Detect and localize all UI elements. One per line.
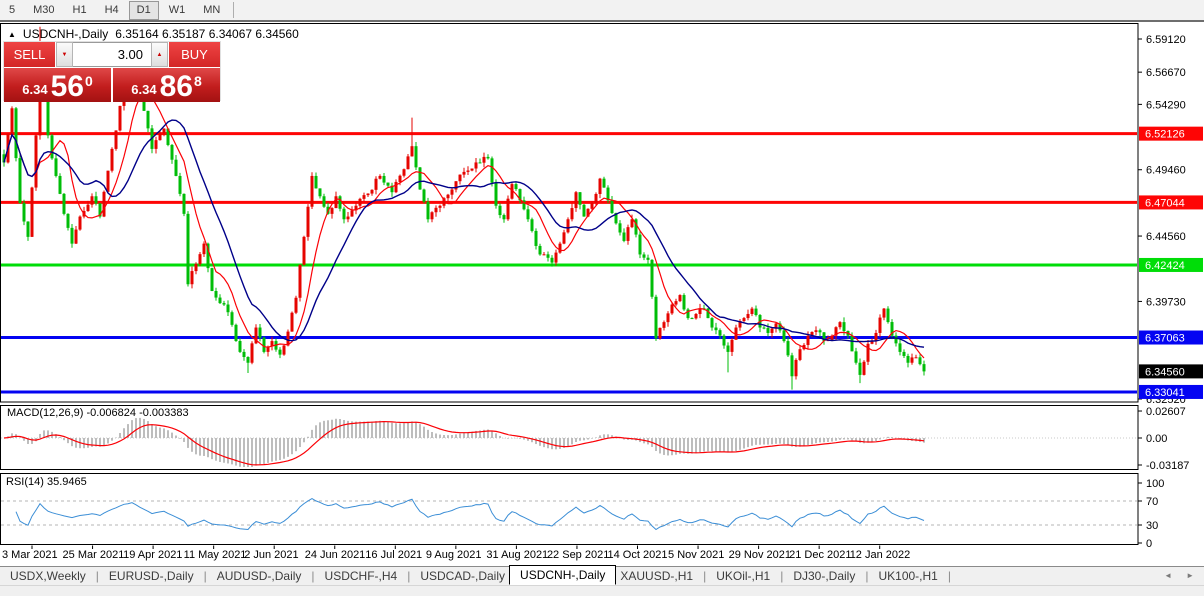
svg-text:0: 0 xyxy=(1146,538,1152,550)
buy-price-big: 86 xyxy=(159,70,193,103)
volume-decrease-button[interactable]: ▼ xyxy=(56,42,73,67)
tab-xauusd-h1[interactable]: XAUUSD-,H1 xyxy=(616,567,697,585)
sell-button[interactable]: SELL xyxy=(4,42,56,67)
tab-usdx-weekly[interactable]: USDX,Weekly xyxy=(6,567,90,585)
tab-audusd-daily[interactable]: AUDUSD-,Daily xyxy=(213,567,306,585)
buy-button[interactable]: BUY xyxy=(168,42,220,67)
svg-text:31 Aug 2021: 31 Aug 2021 xyxy=(486,549,548,561)
timeframe-button-MN[interactable]: MN xyxy=(195,1,228,20)
timeframe-button-W1[interactable]: W1 xyxy=(161,1,194,20)
tab-ukoil-h1[interactable]: UKOil-,H1 xyxy=(712,567,774,585)
toolbar-separator xyxy=(233,2,235,18)
svg-text:0.00: 0.00 xyxy=(1146,433,1167,445)
tab-usdcnh-daily[interactable]: USDCNH-,Daily xyxy=(509,565,617,585)
tab-separator: | xyxy=(780,569,784,583)
svg-text:25 Mar 2021: 25 Mar 2021 xyxy=(63,549,125,561)
buy-price-display[interactable]: 6.34 86 8 xyxy=(113,68,220,102)
chart-tab-bar: USDX,Weekly | EURUSD-,Daily | AUDUSD-,Daily |… xyxy=(0,565,1204,585)
tab-separator: | xyxy=(703,569,707,583)
sell-price-small: 6.34 xyxy=(22,82,48,97)
down-triangle-icon: ▼ xyxy=(61,51,68,58)
svg-text:6.49460: 6.49460 xyxy=(1146,165,1186,177)
svg-text:6.33041: 6.33041 xyxy=(1145,387,1185,399)
tab-usdchf-h4[interactable]: USDCHF-,H4 xyxy=(321,567,402,585)
svg-text:30: 30 xyxy=(1146,520,1158,532)
svg-text:6.42424: 6.42424 xyxy=(1145,260,1185,272)
svg-text:22 Sep 2021: 22 Sep 2021 xyxy=(547,549,609,561)
svg-text:5 Nov 2021: 5 Nov 2021 xyxy=(668,549,724,561)
sell-price-display[interactable]: 6.34 56 0 xyxy=(4,68,113,102)
svg-text:0.02607: 0.02607 xyxy=(1146,406,1186,418)
svg-text:9 Aug 2021: 9 Aug 2021 xyxy=(426,549,482,561)
status-bar xyxy=(0,585,1204,596)
tab-eurusd-daily[interactable]: EURUSD-,Daily xyxy=(105,567,198,585)
tab-separator: | xyxy=(947,569,951,583)
price-level-badge: 6.42424 xyxy=(1139,257,1203,272)
timeframe-button-D1[interactable]: D1 xyxy=(128,0,159,20)
one-click-trading-panel: SELL ▼ ▲ BUY 6.34 56 0 6.34 86 8 xyxy=(3,41,221,102)
svg-text:21 Dec 2021: 21 Dec 2021 xyxy=(789,549,851,561)
chart-ohlc-values: 6.35164 6.35187 6.34067 6.34560 xyxy=(115,27,299,41)
svg-text:6.59120: 6.59120 xyxy=(1146,34,1186,46)
svg-text:6.37063: 6.37063 xyxy=(1145,333,1185,345)
svg-text:6.54290: 6.54290 xyxy=(1146,99,1186,111)
up-triangle-icon: ▲ xyxy=(156,51,163,58)
svg-text:19 Apr 2021: 19 Apr 2021 xyxy=(123,549,182,561)
trade-controls-row: SELL ▼ ▲ BUY xyxy=(4,42,220,67)
timeframe-button-H4[interactable]: H4 xyxy=(97,1,127,20)
tab-separator: | xyxy=(203,569,207,583)
tab-dj30-daily[interactable]: DJ30-,Daily xyxy=(789,567,859,585)
timeframe-button-M30[interactable]: M30 xyxy=(25,1,62,20)
timeframe-button-5[interactable]: 5 xyxy=(1,1,23,20)
timeframe-toolbar: 5 M30 H1 H4 D1 W1 MN xyxy=(0,0,1204,22)
svg-text:29 Nov 2021: 29 Nov 2021 xyxy=(729,549,791,561)
sell-price-sup: 0 xyxy=(84,73,93,89)
svg-text:70: 70 xyxy=(1146,496,1158,508)
svg-text:6.34560: 6.34560 xyxy=(1145,366,1185,378)
tab-uk100-h1[interactable]: UK100-,H1 xyxy=(874,567,941,585)
svg-text:24 Jun 2021: 24 Jun 2021 xyxy=(305,549,366,561)
mt4-trading-platform: { "toolbar": { "timeframes": ["5", "M30"… xyxy=(0,0,1204,596)
buy-price-small: 6.34 xyxy=(131,82,157,97)
svg-text:3 Mar 2021: 3 Mar 2021 xyxy=(2,549,58,561)
tab-separator: | xyxy=(407,569,411,583)
svg-text:2 Jun 2021: 2 Jun 2021 xyxy=(244,549,298,561)
svg-text:11 May 2021: 11 May 2021 xyxy=(184,549,247,561)
tab-scroll-left-icon[interactable]: ◄ xyxy=(1164,571,1172,580)
volume-input[interactable] xyxy=(73,42,151,67)
buy-price-sup: 8 xyxy=(193,73,202,89)
sell-price-big: 56 xyxy=(50,70,84,103)
timeframe-button-H1[interactable]: H1 xyxy=(65,1,95,20)
tab-usdcad-daily[interactable]: USDCAD-,Daily xyxy=(416,567,509,585)
svg-text:14 Oct 2021: 14 Oct 2021 xyxy=(608,549,668,561)
svg-text:6.39730: 6.39730 xyxy=(1146,296,1186,308)
tab-scroll-right-icon[interactable]: ► xyxy=(1186,571,1194,580)
price-level-badge: 6.34560 xyxy=(1139,364,1203,379)
svg-text:6.56670: 6.56670 xyxy=(1146,67,1186,79)
macd-label: MACD(12,26,9) -0.006824 -0.003383 xyxy=(7,407,189,419)
price-level-badge: 6.47044 xyxy=(1139,195,1203,210)
tab-separator: | xyxy=(865,569,869,583)
price-level-badge: 6.33041 xyxy=(1139,384,1203,399)
trade-prices-row: 6.34 56 0 6.34 86 8 xyxy=(4,67,220,102)
tab-separator: | xyxy=(311,569,315,583)
chart-header: ▲ USDCNH-,Daily 6.35164 6.35187 6.34067 … xyxy=(8,27,299,41)
tab-scroll-arrows: ◄ ► xyxy=(1164,571,1194,580)
tab-separator: | xyxy=(95,569,99,583)
svg-text:6.47044: 6.47044 xyxy=(1145,197,1185,209)
price-level-badge: 6.52126 xyxy=(1139,126,1203,141)
chart-title: USDCNH-,Daily xyxy=(22,27,109,41)
volume-increase-button[interactable]: ▲ xyxy=(151,42,168,67)
svg-text:-0.03187: -0.03187 xyxy=(1146,460,1189,472)
collapse-arrow-icon[interactable]: ▲ xyxy=(8,30,16,39)
svg-text:16 Jul 2021: 16 Jul 2021 xyxy=(365,549,422,561)
svg-text:12 Jan 2022: 12 Jan 2022 xyxy=(850,549,911,561)
svg-text:100: 100 xyxy=(1146,478,1164,490)
svg-text:6.44560: 6.44560 xyxy=(1146,231,1186,243)
rsi-label: RSI(14) 35.9465 xyxy=(6,476,87,488)
svg-text:6.52126: 6.52126 xyxy=(1145,129,1185,141)
price-level-badge: 6.37063 xyxy=(1139,330,1203,345)
